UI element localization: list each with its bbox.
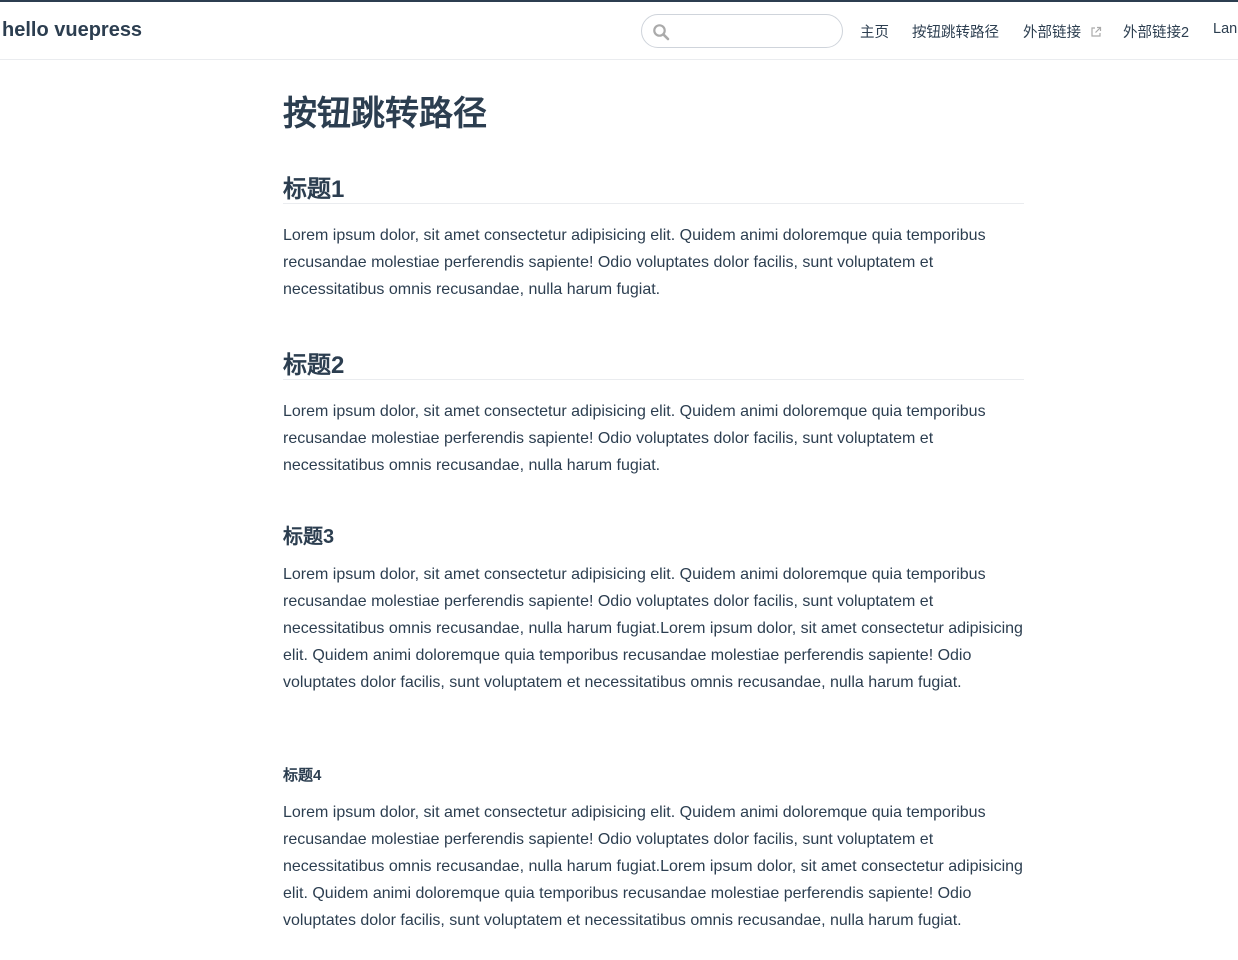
- nav-item-label: 按钮跳转路径: [912, 25, 999, 41]
- section-heading-3: 标题3: [283, 526, 335, 548]
- search-box[interactable]: [641, 14, 843, 48]
- section-heading-1-text: 标题1: [283, 176, 345, 203]
- nav-item-external-link-2[interactable]: 外部链接2: [1123, 21, 1189, 42]
- section-paragraph-1: Lorem ipsum dolor, sit amet consectetur …: [283, 227, 986, 298]
- section-heading-2-text: 标题2: [283, 352, 345, 379]
- nav-item-label: 主页: [860, 25, 889, 41]
- section-paragraph-2: Lorem ipsum dolor, sit amet consectetur …: [283, 403, 986, 474]
- search-icon: [653, 24, 670, 41]
- section-heading-1: 标题1: [283, 169, 1024, 204]
- site-name[interactable]: hello vuepress: [2, 19, 142, 42]
- nav-item-button-route[interactable]: 按钮跳转路径: [912, 21, 999, 42]
- nav-item-label: Lan: [1213, 21, 1238, 37]
- nav-item-label: 外部链接2: [1123, 25, 1190, 41]
- nav-item-home[interactable]: 主页: [860, 21, 889, 42]
- nav-item-external-link[interactable]: 外部链接: [1023, 21, 1102, 42]
- page-title: 按钮跳转路径: [283, 95, 487, 133]
- navbar: hello vuepress 主页 按钮跳转路径 外部链接 外部链接2 Lan: [0, 2, 1238, 60]
- search-input[interactable]: [676, 15, 836, 47]
- nav-item-label: 外部链接: [1023, 25, 1081, 41]
- external-link-icon: [1091, 26, 1102, 37]
- section-heading-4: 标题4: [283, 767, 322, 784]
- section-heading-2: 标题2: [283, 345, 1024, 380]
- section-paragraph-4: Lorem ipsum dolor, sit amet consectetur …: [283, 804, 1023, 929]
- section-paragraph-3: Lorem ipsum dolor, sit amet consectetur …: [283, 566, 1023, 691]
- nav-item-language[interactable]: Lan: [1213, 21, 1237, 37]
